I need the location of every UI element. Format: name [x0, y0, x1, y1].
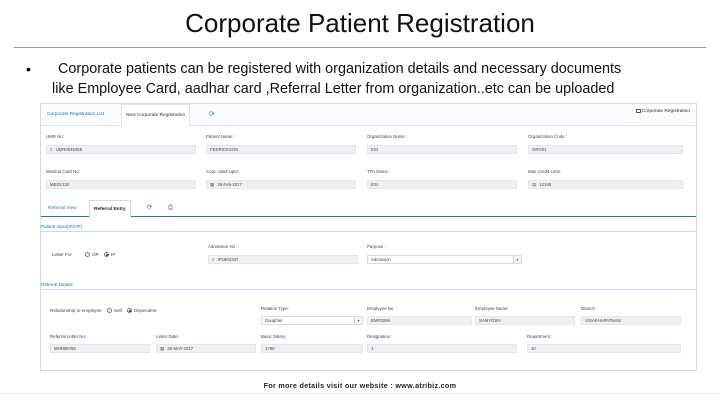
- basic-salary-field[interactable]: 1780: [261, 344, 363, 353]
- chevron-down-icon: ▾: [354, 317, 362, 324]
- relationship-label: Relationship to employee: [50, 308, 102, 313]
- relation-type-label: Relation Type:: [261, 306, 289, 311]
- tpa-name-label: TPA Name :: [367, 169, 391, 174]
- letter-date-label: Letter Date:: [156, 334, 179, 339]
- section-divider: [41, 289, 696, 290]
- letter-for-group: Letter For OP IP: [52, 252, 115, 257]
- calendar-icon: ▦: [160, 346, 165, 351]
- umr-value: UMR0045465: [55, 147, 83, 152]
- max-credit-value: 12345: [539, 182, 552, 187]
- bullet-line-2: like Employee Card, aadhar card ,Referra…: [52, 81, 615, 97]
- tab-corporate-registration-list[interactable]: Corporate Registration List: [43, 104, 108, 126]
- max-credit-field[interactable]: ▤ 12345: [528, 180, 683, 189]
- corp-valid-value: 28-Feb-2017: [217, 182, 242, 187]
- tab-referral-entry[interactable]: Referral Entry: [89, 200, 131, 217]
- bullet-line-1: Corporate patients can be registered wit…: [58, 61, 622, 77]
- referral-details-heading: Referral Details: [41, 282, 73, 287]
- tpa-name-field[interactable]: ESI: [367, 180, 517, 189]
- corporate-registration-panel: Corporate Registration List New Corporat…: [40, 103, 697, 371]
- employee-no-label: Employee No. :: [367, 306, 398, 311]
- corp-valid-field[interactable]: ▦ 28-Feb-2017: [206, 180, 356, 189]
- chevron-down-icon: ▾: [513, 256, 521, 263]
- panel-heading: Corporate Registration: [635, 109, 690, 114]
- employee-no-field[interactable]: EMP3069: [367, 316, 472, 325]
- department-field[interactable]: 10: [527, 344, 681, 353]
- corp-valid-label: Corp. Valid Upto:: [206, 169, 240, 174]
- relation-type-select[interactable]: Daughter ▾: [261, 316, 363, 325]
- letter-for-label: Letter For: [52, 252, 72, 257]
- letter-date-field[interactable]: ▦ 26-MAY-2017: [156, 344, 256, 353]
- title-divider: [14, 47, 706, 48]
- admission-no-field[interactable]: ⌕ IP1604337: [208, 255, 358, 264]
- admission-no-value: IP1604337: [217, 257, 239, 262]
- currency-icon: ▤: [532, 182, 537, 187]
- purpose-value: Admission: [371, 257, 391, 262]
- radio-ip[interactable]: [104, 252, 110, 257]
- max-credit-label: Max Credit Limit:: [528, 169, 561, 174]
- radio-self-label: Self: [113, 308, 122, 313]
- relationship-group: Relationship to employee Self Dependent: [50, 308, 157, 313]
- referral-letter-no-label: Referral Letter No:: [50, 334, 87, 339]
- umr-label: UMR No:: [46, 134, 65, 139]
- patient-name-field[interactable]: FEDRICKSON: [206, 145, 356, 154]
- basic-salary-label: Basic Salary:: [261, 334, 287, 339]
- referral-letter-no-field[interactable]: MHN09765: [50, 344, 150, 353]
- radio-ip-label: IP: [111, 252, 116, 257]
- calendar-icon: ▦: [210, 182, 215, 187]
- radio-op-label: OP: [92, 252, 99, 257]
- purpose-select[interactable]: Admission ▾: [367, 255, 522, 264]
- tab-referral-view[interactable]: Referral View: [44, 200, 81, 217]
- search-icon: ⌕: [212, 257, 215, 262]
- organization-name-label: Organization Name :: [367, 134, 408, 139]
- letter-date-value: 26-MAY-2017: [167, 346, 194, 351]
- tab-new-corporate-registration[interactable]: New Corporate Registration: [121, 104, 191, 127]
- patient-name-label: Patient Name :: [206, 134, 236, 139]
- bullet-marker: •: [26, 61, 31, 77]
- radio-dependent[interactable]: [127, 308, 133, 313]
- print-icon[interactable]: ⎙: [168, 203, 173, 213]
- medical-card-field[interactable]: MED1232: [46, 180, 196, 189]
- grid-icon: [635, 109, 641, 113]
- employee-name-label: Employee Name:: [475, 306, 509, 311]
- medical-card-label: Medical Card No:: [46, 169, 80, 174]
- radio-self[interactable]: [106, 308, 112, 313]
- department-label: Department :: [527, 334, 553, 339]
- organization-code-field[interactable]: ORG01: [528, 145, 683, 154]
- bullet-description: Corporate patients can be registered wit…: [52, 59, 702, 99]
- radio-op[interactable]: [85, 252, 91, 257]
- designation-label: Designation :: [367, 334, 393, 339]
- organization-name-field[interactable]: ESI: [367, 145, 517, 154]
- organization-code-label: Organization Code :: [528, 134, 568, 139]
- refresh-icon[interactable]: ⟳: [209, 110, 215, 120]
- employee-name-field[interactable]: SAMYOSH: [475, 316, 575, 325]
- refresh-icon[interactable]: ⟳: [147, 203, 152, 213]
- referral-tab-bar: Referral View Referral Entry ⟳ ⎙: [41, 200, 696, 217]
- umr-field[interactable]: ⌕ UMR0045465: [46, 145, 196, 154]
- designation-field[interactable]: 1: [367, 344, 517, 353]
- admission-no-label: Admission No :: [208, 244, 238, 249]
- slide-title: Corporate Patient Registration: [185, 8, 535, 38]
- radio-dependent-label: Dependent: [134, 308, 157, 313]
- patient-input-heading: Patient Input(IP/OP) :: [41, 224, 85, 229]
- main-tab-bar: Corporate Registration List New Corporat…: [41, 104, 696, 127]
- section-divider: [41, 231, 696, 232]
- branch-label: Branch :: [581, 306, 598, 311]
- search-icon: ⌕: [50, 147, 53, 152]
- website-footer: For more details visit our website : www…: [263, 381, 457, 390]
- panel-heading-label: Corporate Registration: [641, 109, 690, 114]
- purpose-label: Purpose :: [367, 244, 386, 249]
- bottom-strip: [0, 393, 720, 405]
- relation-type-value: Daughter: [265, 318, 283, 323]
- branch-field[interactable]: VISAKHAPATNAM: [581, 316, 681, 325]
